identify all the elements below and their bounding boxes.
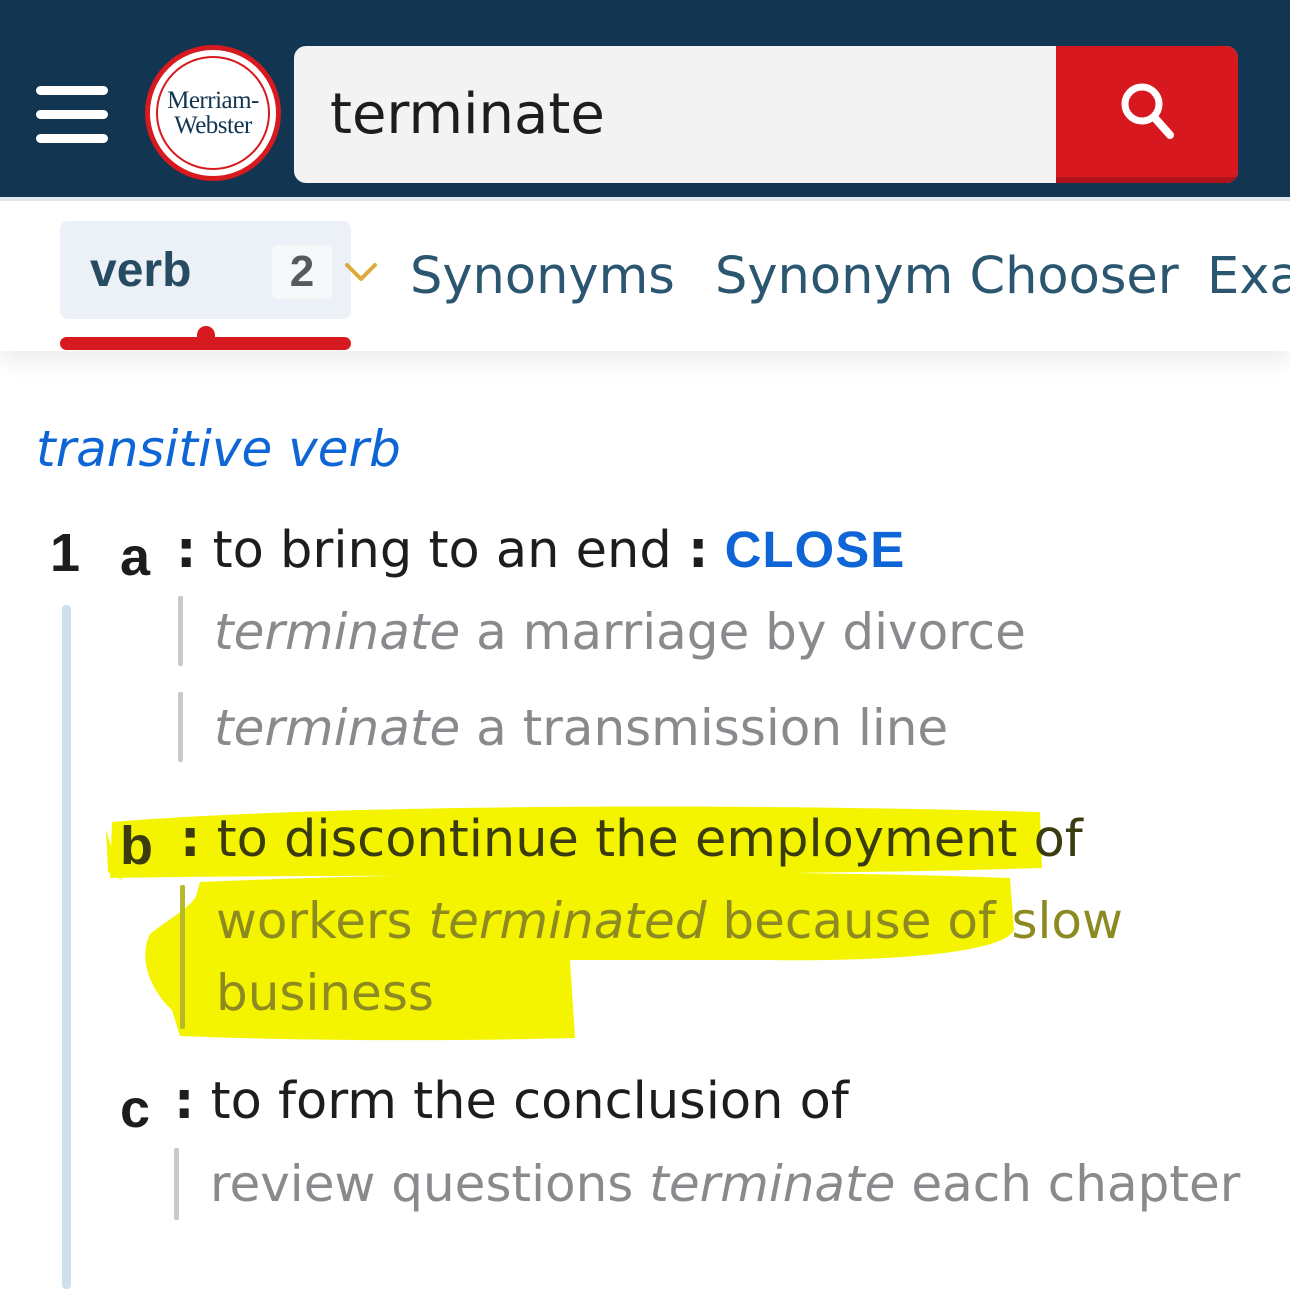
tab-synonyms[interactable]: Synonyms xyxy=(410,247,675,306)
sense-letter-c: c xyxy=(120,1079,151,1139)
menu-icon[interactable] xyxy=(36,86,108,144)
example-rule xyxy=(178,596,183,666)
tab-synonym-chooser[interactable]: Synonym Chooser xyxy=(715,247,1179,306)
site-header: Merriam- Webster xyxy=(0,0,1290,197)
example-text: a marriage by divorce xyxy=(460,603,1026,661)
sense-b-definition: : to discontinue the employment of xyxy=(180,810,1083,869)
example-text: because of slow xyxy=(706,892,1123,950)
example-sentence: terminate a marriage by divorce xyxy=(214,596,1026,668)
example-sentence: terminate a transmission line xyxy=(214,692,948,764)
merriam-webster-logo[interactable]: Merriam- Webster xyxy=(145,45,281,181)
sense-letter-a: a xyxy=(120,527,151,587)
search-icon xyxy=(1121,83,1174,139)
sense-c-colon: : xyxy=(174,1072,195,1131)
example-keyword: terminate xyxy=(214,699,461,757)
sense-a-text: to bring to an end xyxy=(212,521,672,580)
logo-line1: Merriam- xyxy=(167,87,259,114)
pos-label: verb xyxy=(90,244,192,297)
example-text: review questions xyxy=(210,1155,650,1213)
sense-rail xyxy=(62,605,71,1289)
sense-a-definition: : to bring to an end : CLOSE xyxy=(176,520,905,580)
search-bar xyxy=(294,46,1238,183)
sense-b-colon: : xyxy=(180,810,201,869)
pos-count-badge: 2 xyxy=(272,245,332,299)
example-sentence: review questions terminate each chapter xyxy=(210,1148,1240,1220)
chevron-down-icon xyxy=(345,263,377,281)
example-rule xyxy=(178,692,183,762)
active-tab-underline xyxy=(60,337,351,350)
example-keyword: terminate xyxy=(649,1155,896,1213)
example-rule xyxy=(174,1148,179,1220)
sense-number: 1 xyxy=(50,523,81,583)
sense-b-text: to discontinue the employment of xyxy=(216,810,1083,869)
functional-label[interactable]: transitive verb xyxy=(36,420,401,478)
search-input[interactable] xyxy=(294,46,1056,183)
example-text: each chapter xyxy=(895,1155,1241,1213)
example-keyword: terminate xyxy=(214,603,461,661)
logo-line2: Webster xyxy=(174,112,252,139)
example-text: a transmission line xyxy=(460,699,949,757)
tab-examples[interactable]: Exa xyxy=(1207,247,1290,306)
example-rule xyxy=(180,885,185,1029)
part-of-speech-dropdown[interactable]: verb 2 xyxy=(60,221,377,319)
sense-c-text: to form the conclusion of xyxy=(210,1072,849,1131)
search-button[interactable] xyxy=(1056,46,1238,183)
entry-tab-bar: verb 2 Synonyms Synonym Chooser Exa xyxy=(0,197,1290,351)
example-sentence: workers terminated because of slow xyxy=(216,885,1123,957)
sense-a-colon: : xyxy=(176,521,197,580)
sense-letter-b: b xyxy=(120,816,153,876)
sense-c-definition: : to form the conclusion of xyxy=(174,1072,849,1131)
xref-link-close[interactable]: CLOSE xyxy=(725,521,906,578)
example-text: workers xyxy=(216,892,429,950)
example-sentence-continued: business xyxy=(216,964,434,1022)
sense-a-xref-colon: : xyxy=(687,521,709,580)
example-keyword: terminated xyxy=(428,892,707,950)
